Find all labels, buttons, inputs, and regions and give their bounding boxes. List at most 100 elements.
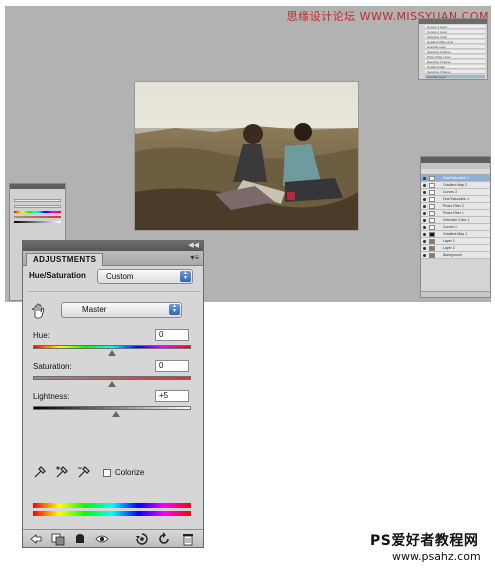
hue-input[interactable]: 0 (155, 329, 189, 341)
visibility-eye-icon[interactable] (95, 532, 109, 546)
layer-row[interactable]: Photo Filter 1 (421, 210, 490, 217)
trash-icon[interactable] (181, 532, 195, 546)
adjustments-bottom-bar (23, 529, 203, 547)
layer-visibility-eye-icon[interactable] (423, 212, 426, 215)
layers-panel-footer[interactable] (421, 291, 490, 297)
layer-row[interactable]: Layer 2 (421, 245, 490, 252)
layer-thumbnail (429, 253, 435, 258)
adjustments-titlebar[interactable]: ◀◀ (23, 241, 203, 251)
layer-name: Gradient Map 2 (443, 183, 468, 187)
layer-visibility-eye-icon[interactable] (423, 184, 426, 187)
layer-visibility-eye-icon[interactable] (423, 240, 426, 243)
layer-name: Gradient Map 1 (443, 232, 468, 236)
layer-thumbnail (429, 197, 435, 202)
layer-row[interactable]: Hue/Saturation 1 (421, 196, 490, 203)
panel-menu-icon[interactable]: ▾≡ (190, 254, 199, 262)
layer-row[interactable]: Curves 1 (421, 224, 490, 231)
reset-icon[interactable] (157, 532, 171, 546)
layer-visibility-eye-icon[interactable] (423, 233, 426, 236)
saturation-input[interactable]: 0 (155, 360, 189, 372)
layer-visibility-eye-icon[interactable] (423, 226, 426, 229)
lightness-input[interactable]: +5 (155, 390, 189, 402)
layer-row[interactable]: Hue/Saturation 2 (421, 175, 490, 182)
layer-name: Curves 1 (443, 225, 458, 229)
screenshot-root: 思缘设计论坛 WWW.MISSYUAN.COM Curves 3 Layer C… (0, 0, 495, 571)
return-to-list-icon[interactable] (29, 532, 43, 546)
history-item[interactable]: Gradient Map (425, 65, 485, 69)
adjustments-panel[interactable]: ◀◀ ADJUSTMENTS ▾≡ Hue/Saturation Custom … (22, 240, 204, 548)
history-item[interactable]: Selective Color (425, 35, 485, 39)
hue-slider-track[interactable] (33, 345, 191, 349)
dropdown-arrows-icon: ▲ ▼ (169, 304, 180, 315)
layer-row[interactable]: Layer 1 (421, 238, 490, 245)
eyedropper-icon[interactable] (33, 465, 47, 479)
history-item[interactable]: Curves 3 Layer (425, 25, 485, 29)
preset-dropdown[interactable]: Custom ▲ ▼ (97, 269, 193, 284)
layer-thumbnail (429, 183, 435, 188)
document-photo[interactable] (135, 82, 358, 230)
layers-panel[interactable]: Hue/Saturation 2 Gradient Map 2 Curves 3 Hu… (420, 156, 491, 298)
history-item[interactable]: Selective Change (425, 50, 485, 54)
layer-row[interactable]: Selective Color 1 (421, 217, 490, 224)
mini-adjustments-header (10, 184, 65, 189)
mini-preset-select[interactable] (14, 199, 61, 202)
saturation-slider-track[interactable] (33, 376, 191, 380)
expanded-view-icon[interactable] (51, 532, 65, 546)
layer-name: Curves 3 (443, 190, 458, 194)
history-item[interactable]: Curves 2 Layer (425, 30, 485, 34)
mini-saturation-slider[interactable] (14, 216, 61, 218)
add-to-sample-eyedropper-icon[interactable] (55, 465, 69, 479)
watermark-url: www.psahz.com (392, 550, 481, 563)
layer-visibility-eye-icon[interactable] (423, 191, 426, 194)
lightness-slider-thumb[interactable] (111, 411, 120, 417)
layer-name: Selective Color 1 (443, 218, 470, 222)
layer-name: Layer 2 (443, 246, 455, 250)
channel-dropdown[interactable]: Master ▲ ▼ (61, 302, 182, 318)
layer-visibility-eye-icon[interactable] (423, 205, 426, 208)
history-item[interactable]: Selective Change (425, 60, 485, 64)
layer-visibility-eye-icon[interactable] (423, 198, 426, 201)
layer-name: Hue/Saturation 1 (443, 197, 470, 201)
history-item[interactable]: Hue/Sat Layer (425, 45, 485, 49)
collapse-icon[interactable]: ◀◀ (188, 242, 199, 250)
channel-value: Master (82, 305, 107, 314)
dropdown-arrows-icon: ▲ ▼ (180, 271, 191, 282)
mini-channel-select[interactable] (14, 205, 61, 208)
layer-thumbnail (429, 204, 435, 209)
history-panel[interactable]: Curves 3 Layer Curves 2 Layer Selective Co… (418, 18, 488, 80)
layer-row[interactable]: Photo Filter 2 (421, 203, 490, 210)
layer-thumbnail (429, 225, 435, 230)
subtract-from-sample-eyedropper-icon[interactable] (77, 465, 91, 479)
colorize-checkbox[interactable] (103, 469, 111, 477)
history-list: Curves 3 Layer Curves 2 Layer Selective Co… (419, 25, 487, 79)
layer-name: Hue/Saturation 2 (443, 176, 470, 180)
lightness-slider-track[interactable] (33, 406, 191, 410)
layer-visibility-eye-icon[interactable] (423, 219, 426, 222)
history-item[interactable]: Gradient Map Layer (425, 40, 485, 44)
history-item[interactable]: Photo Filter Layer (425, 55, 485, 59)
adjustment-type-title: Hue/Saturation (29, 271, 86, 280)
history-item[interactable]: Selective Change (425, 70, 485, 74)
layer-row[interactable]: Background (421, 252, 490, 259)
layer-row[interactable]: Gradient Map 2 (421, 182, 490, 189)
mini-lightness-slider[interactable] (14, 221, 61, 223)
hue-slider-thumb[interactable] (108, 350, 116, 356)
clip-to-layer-icon[interactable] (73, 532, 87, 546)
layer-thumbnail (429, 232, 435, 237)
layer-row[interactable]: Gradient Map 1 (421, 231, 490, 238)
layer-name: Layer 1 (443, 239, 455, 243)
saturation-slider-thumb[interactable] (108, 381, 116, 387)
layer-visibility-eye-icon[interactable] (423, 254, 426, 257)
preset-value: Custom (106, 272, 134, 281)
hue-label: Hue: (33, 331, 50, 340)
mini-hue-slider[interactable] (14, 211, 61, 213)
layer-visibility-eye-icon[interactable] (423, 177, 426, 180)
layer-visibility-eye-icon[interactable] (423, 247, 426, 250)
layer-thumbnail (429, 246, 435, 251)
history-item[interactable]: Hue/Sat Layer (425, 75, 485, 79)
layer-thumbnail (429, 190, 435, 195)
tab-adjustments[interactable]: ADJUSTMENTS (26, 253, 104, 266)
targeted-adjustment-hand-icon[interactable] (31, 303, 47, 319)
view-previous-state-icon[interactable] (135, 532, 149, 546)
layer-row[interactable]: Curves 3 (421, 189, 490, 196)
